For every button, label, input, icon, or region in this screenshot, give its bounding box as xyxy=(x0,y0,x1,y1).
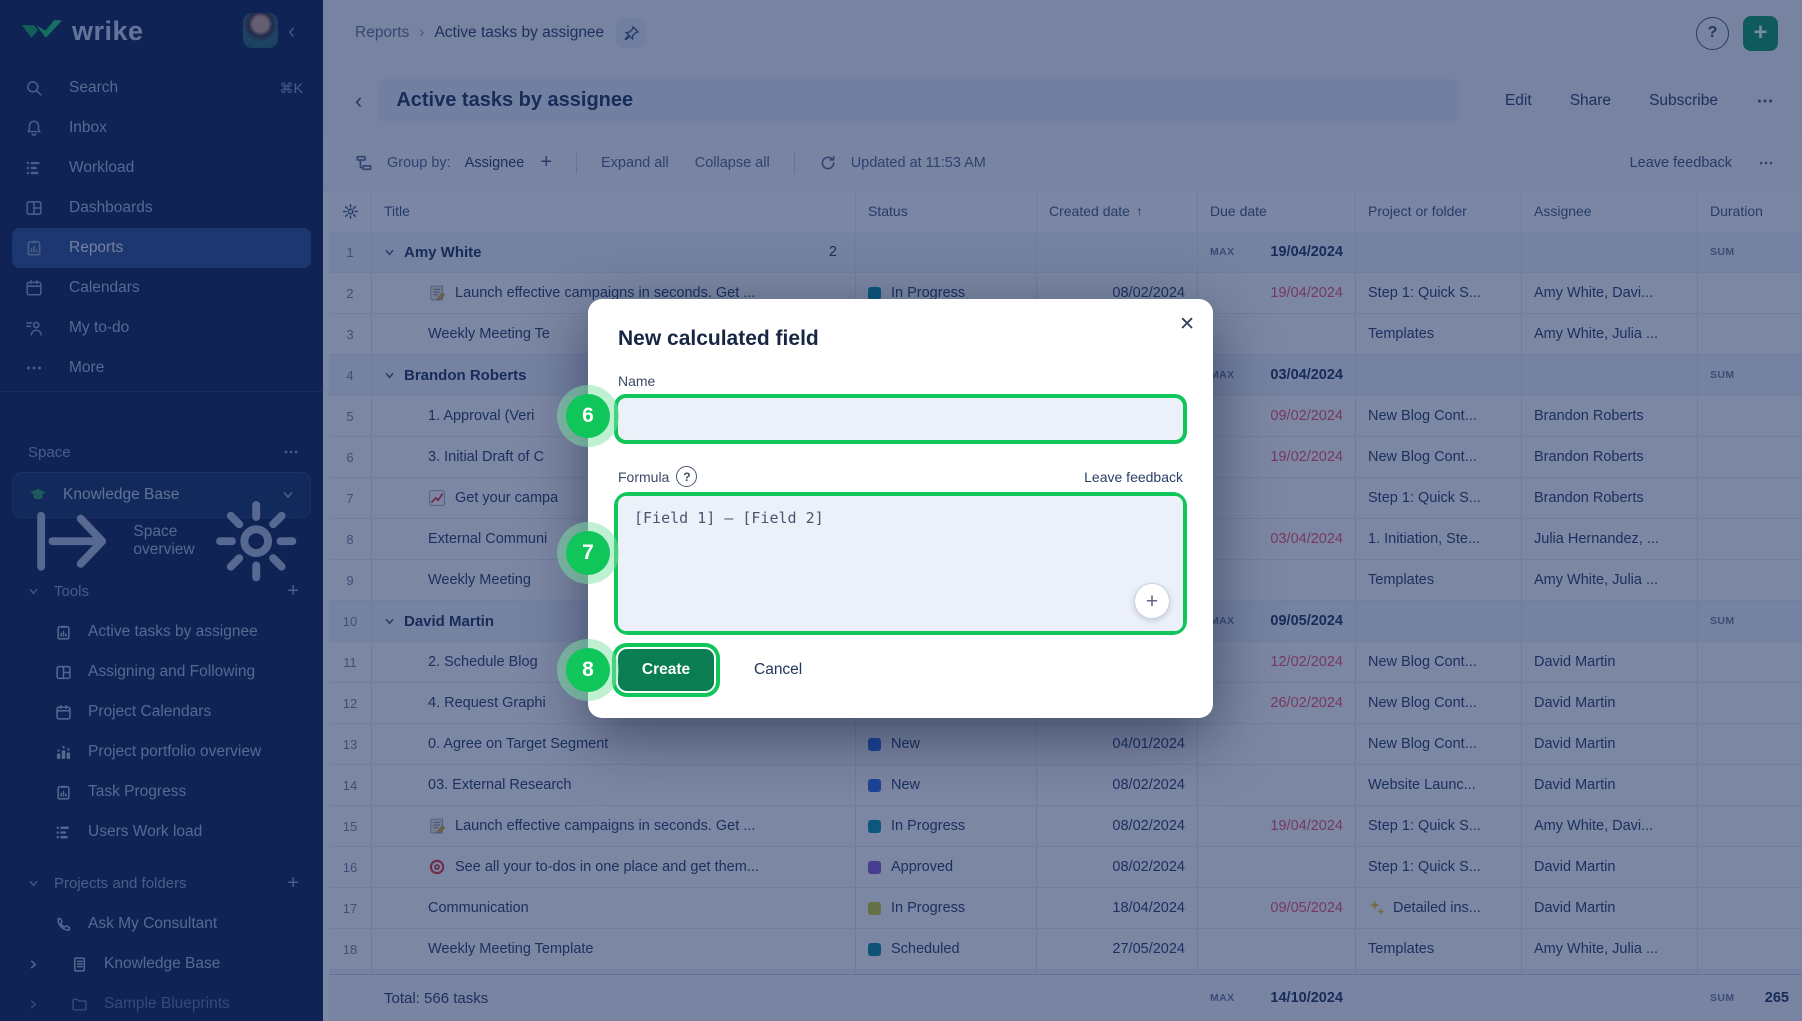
annotation-step-7: 7 xyxy=(566,531,610,575)
new-calculated-field-modal: ✕ New calculated field Name Formula ? Le… xyxy=(588,299,1213,718)
formula-input[interactable]: [Field 1] – [Field 2] xyxy=(618,496,1183,631)
annotation-step-8: 8 xyxy=(566,648,610,692)
name-label: Name xyxy=(618,373,1183,389)
modal-title: New calculated field xyxy=(618,327,1183,351)
modal-leave-feedback-link[interactable]: Leave feedback xyxy=(1084,469,1183,485)
name-input[interactable] xyxy=(618,398,1183,440)
create-button[interactable]: Create xyxy=(618,649,714,691)
annotation-step-6: 6 xyxy=(566,394,610,438)
wrike-app: wrike ‹ Search⌘KInboxWorkloadDashboardsR… xyxy=(0,0,1802,1021)
formula-help-icon[interactable]: ? xyxy=(676,466,697,487)
insert-field-button[interactable]: + xyxy=(1134,583,1170,619)
cancel-button[interactable]: Cancel xyxy=(754,661,802,679)
close-icon[interactable]: ✕ xyxy=(1179,313,1195,336)
formula-label: Formula xyxy=(618,469,669,485)
